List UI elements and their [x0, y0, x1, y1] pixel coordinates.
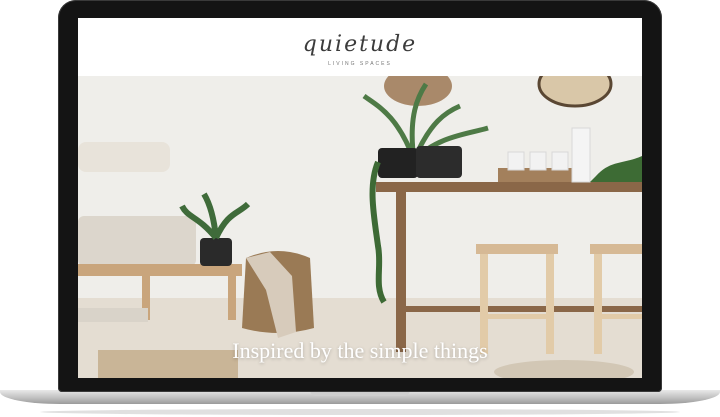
website-screen: quietude LIVING SPACES Inspired by the s…	[78, 18, 642, 378]
console-table-top	[376, 182, 642, 192]
laptop-base	[0, 390, 720, 410]
cushion-back	[78, 142, 170, 172]
hero-banner: Inspired by the simple things	[78, 76, 642, 378]
stool-rung	[480, 314, 554, 319]
glass	[551, 151, 569, 171]
bottle	[571, 127, 591, 183]
pot-large	[416, 146, 462, 178]
glass	[529, 151, 547, 171]
folded-blanket	[78, 308, 148, 322]
stool-seat	[590, 244, 642, 254]
site-header: quietude LIVING SPACES	[78, 18, 642, 76]
daybed-leg	[228, 276, 236, 320]
mattress	[78, 216, 196, 266]
stool-seat	[476, 244, 558, 254]
stool-rung	[594, 314, 642, 319]
site-logo[interactable]: quietude	[78, 32, 642, 57]
console-table-rail	[398, 306, 642, 312]
console-table-leg	[396, 192, 406, 352]
laptop-mockup: quietude LIVING SPACES Inspired by the s…	[0, 0, 720, 417]
hero-headline: Inspired by the simple things	[232, 338, 488, 363]
pot-large	[378, 148, 418, 178]
glass	[507, 151, 525, 171]
pot-small	[200, 238, 232, 266]
hero-photo	[78, 76, 642, 378]
site-tagline: LIVING SPACES	[328, 61, 392, 67]
